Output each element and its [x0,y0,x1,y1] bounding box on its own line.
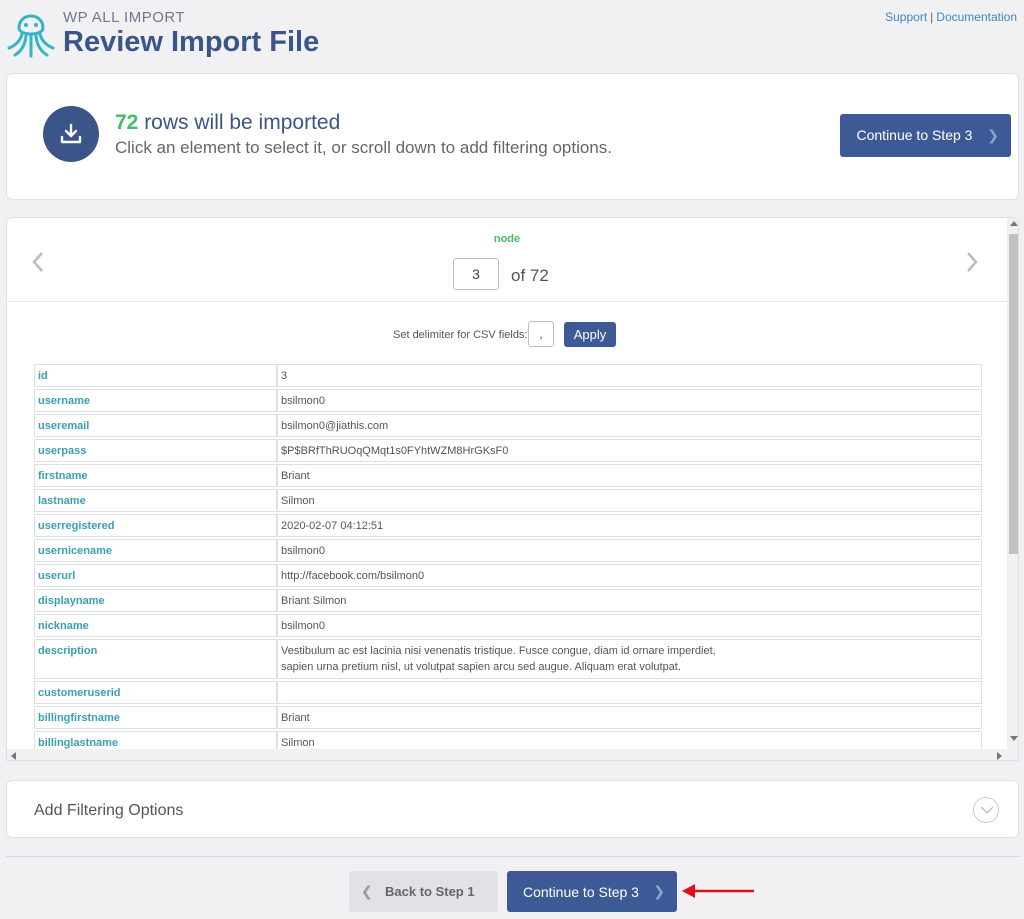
field-key[interactable]: useremail [34,414,277,437]
continue-to-step-3-button[interactable]: Continue to Step 3 ❯ [507,871,677,912]
rows-count: 72 [115,111,139,134]
field-value[interactable]: 2020-02-07 04:12:51 [277,514,982,537]
next-record-button[interactable] [965,250,979,281]
table-row[interactable]: id 3 [34,364,982,387]
field-value[interactable]: http://facebook.com/bsilmon0 [277,564,982,587]
field-value[interactable]: Briant Silmon [277,589,982,612]
field-value[interactable]: 3 [277,364,982,387]
support-link[interactable]: Support [885,10,927,24]
field-value[interactable]: Silmon [277,489,982,512]
field-value[interactable]: Briant [277,706,982,729]
rows-count-text: 72 rows will be imported [115,111,340,135]
field-key[interactable]: username [34,389,277,412]
scroll-down-icon[interactable] [1010,736,1018,741]
rows-count-suffix: rows will be imported [138,111,341,134]
scroll-left-icon[interactable] [11,752,16,760]
expand-filtering-button[interactable] [973,797,999,823]
field-value[interactable]: bsilmon0 [277,539,982,562]
table-row[interactable]: description Vestibulum ac est lacinia nis… [34,639,982,679]
record-total: of 72 [511,266,549,285]
chevron-right-icon: ❯ [653,883,665,899]
field-key[interactable]: userpass [34,439,277,462]
delimiter-input[interactable] [528,321,554,347]
chevron-right-icon [967,252,978,272]
top-links: Support | Documentation [885,10,1017,24]
field-key[interactable]: description [34,639,277,679]
table-row[interactable]: userurl http://facebook.com/bsilmon0 [34,564,982,587]
brand-name: WP ALL IMPORT [63,9,186,26]
chevron-left-icon: ❮ [361,883,373,899]
table-row[interactable]: billingfirstname Briant [34,706,982,729]
octopus-logo-icon [7,14,55,58]
scroll-right-icon[interactable] [997,752,1002,760]
table-row[interactable]: userpass $P$BRfThRUOqQMqt1s0FYhtWZM8HrGKs… [34,439,982,462]
continue-to-step-3-button-top[interactable]: Continue to Step 3 ❯ [840,114,1011,157]
field-key[interactable]: displayname [34,589,277,612]
field-key[interactable]: userurl [34,564,277,587]
apply-delimiter-button[interactable]: Apply [564,322,616,347]
table-row[interactable]: firstname Briant [34,464,982,487]
table-row[interactable]: userregistered 2020-02-07 04:12:51 [34,514,982,537]
description-line-1: Vestibulum ac est lacinia nisi venenatis… [281,645,716,657]
link-separator: | [930,10,934,24]
record-preview-panel: node of 72 Set delimiter for CSV fields:… [6,217,1019,761]
table-row[interactable]: useremail bsilmon0@jiathis.com [34,414,982,437]
table-row[interactable]: username bsilmon0 [34,389,982,412]
field-key[interactable]: customeruserid [34,681,277,704]
record-number-input[interactable] [453,258,499,290]
filtering-title: Add Filtering Options [34,802,184,819]
previous-record-button[interactable] [31,250,45,281]
chevron-right-icon: ❯ [987,127,999,143]
page-title: Review Import File [63,26,320,58]
delimiter-label: Set delimiter for CSV fields: [393,329,528,341]
field-value[interactable] [277,681,982,704]
import-summary: 72 rows will be imported Click an elemen… [6,73,1019,200]
node-label: node [493,233,521,245]
scroll-up-icon[interactable] [1010,221,1018,226]
record-table: id 3 username bsilmon0 useremail bsilmon0@j… [34,362,982,756]
description-line-2: sapien urna pretium nisl, ut volutpat sa… [281,661,681,673]
vertical-scrollbar[interactable] [1007,218,1018,749]
field-value[interactable]: bsilmon0@jiathis.com [277,414,982,437]
table-row[interactable]: usernicename bsilmon0 [34,539,982,562]
field-key[interactable]: userregistered [34,514,277,537]
back-to-step-1-button[interactable]: ❮ Back to Step 1 [349,871,498,912]
divider [7,301,1007,302]
add-filtering-options-section[interactable]: Add Filtering Options [6,780,1019,838]
download-icon [43,106,99,162]
continue-button-label: Continue to Step 3 [523,884,639,900]
horizontal-scrollbar[interactable] [7,749,1018,760]
field-value[interactable]: Briant [277,464,982,487]
table-row[interactable]: nickname bsilmon0 [34,614,982,637]
field-value[interactable]: $P$BRfThRUOqQMqt1s0FYhtWZM8HrGKsF0 [277,439,982,462]
footer-divider [6,856,1019,857]
documentation-link[interactable]: Documentation [936,10,1017,24]
field-key[interactable]: usernicename [34,539,277,562]
page-header: WP ALL IMPORT Review Import File Support… [0,0,1024,70]
field-value[interactable]: bsilmon0 [277,389,982,412]
field-key[interactable]: billingfirstname [34,706,277,729]
summary-instructions: Click an element to select it, or scroll… [115,138,613,157]
red-arrow-icon [682,884,754,898]
chevron-down-icon [980,806,994,815]
field-value[interactable]: bsilmon0 [277,614,982,637]
field-key[interactable]: id [34,364,277,387]
table-row[interactable]: customeruserid [34,681,982,704]
field-key[interactable]: lastname [34,489,277,512]
scrollbar-thumb[interactable] [1009,234,1018,554]
chevron-left-icon [32,252,43,272]
field-value[interactable]: Vestibulum ac est lacinia nisi venenatis… [277,639,982,679]
back-button-label: Back to Step 1 [385,884,475,899]
field-key[interactable]: firstname [34,464,277,487]
table-row[interactable]: displayname Briant Silmon [34,589,982,612]
continue-button-label: Continue to Step 3 [856,127,973,143]
field-key[interactable]: nickname [34,614,277,637]
table-row[interactable]: lastname Silmon [34,489,982,512]
